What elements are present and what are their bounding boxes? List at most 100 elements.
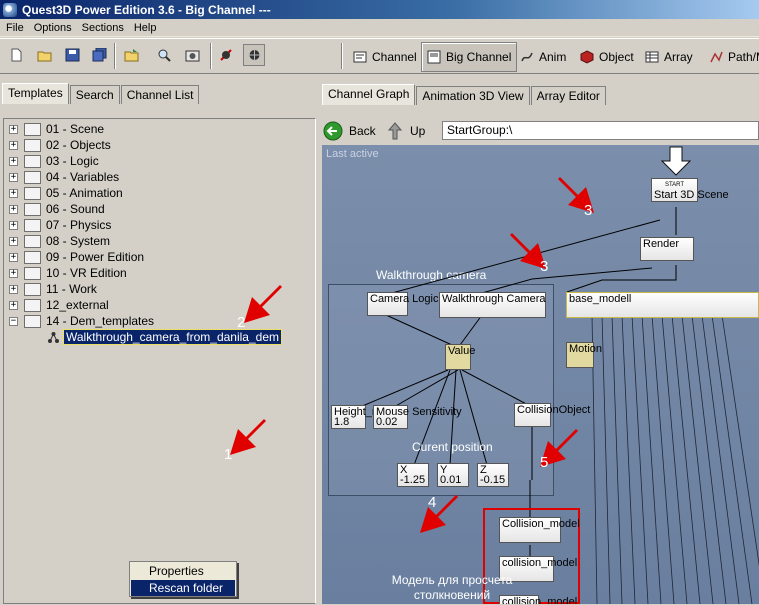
path-icon <box>710 51 723 63</box>
screenshot-button[interactable] <box>181 44 203 66</box>
expand-icon[interactable]: + <box>9 221 18 230</box>
collision-caption: Модель для просчета столкновений <box>352 573 552 603</box>
tab-search[interactable]: Search <box>69 85 120 104</box>
node-camera-logic[interactable]: Camera Logic <box>367 292 438 316</box>
cut-node-icon <box>219 49 232 61</box>
new-file-button[interactable] <box>5 44 27 66</box>
expand-icon[interactable]: + <box>9 205 18 214</box>
new-file-icon <box>11 48 21 62</box>
tree-item[interactable]: +07 - Physics <box>4 217 304 233</box>
expand-icon[interactable]: + <box>9 173 18 182</box>
expand-icon[interactable]: + <box>9 301 18 310</box>
tree-item[interactable]: +11 - Work <box>4 281 304 297</box>
tree-item[interactable]: +06 - Sound <box>4 201 304 217</box>
tab-templates[interactable]: Templates <box>2 83 69 104</box>
tree-item[interactable]: +04 - Variables <box>4 169 304 185</box>
menu-help[interactable]: Help <box>130 22 161 34</box>
node-walkthrough-camera[interactable]: Walkthrough Camera <box>439 292 546 318</box>
collapse-icon[interactable]: − <box>9 317 18 326</box>
node-z[interactable]: Z -0.15 <box>477 463 509 487</box>
menu-options[interactable]: Options <box>30 22 76 34</box>
context-menu-properties[interactable]: Properties <box>131 563 235 579</box>
tab-animation-3d-view[interactable]: Animation 3D View <box>416 86 530 105</box>
screenshot-icon <box>185 50 199 62</box>
expand-icon[interactable]: + <box>9 189 18 198</box>
collision-caption-line-1: Модель для просчета <box>391 573 513 587</box>
expand-icon[interactable]: + <box>9 237 18 246</box>
open-button[interactable] <box>33 44 55 66</box>
left-tab-bar: Templates Search Channel List <box>2 83 200 105</box>
node-motion[interactable]: Motion <box>566 342 602 368</box>
node-base-modell[interactable]: base_modell <box>566 292 759 318</box>
node-y[interactable]: Y 0.01 <box>437 463 469 487</box>
view-array-label: Array <box>664 50 693 64</box>
channel-graph-canvas[interactable]: Last active Walkthrough camera 3 3 4 5 S… <box>322 145 759 604</box>
tree-item[interactable]: +03 - Logic <box>4 153 304 169</box>
pan-button[interactable] <box>243 44 265 66</box>
node-collision-model-1[interactable]: Collision_model <box>499 517 580 543</box>
folder-icon <box>24 171 41 184</box>
menu-sections[interactable]: Sections <box>78 22 128 34</box>
tree-item[interactable]: − 14 - Dem_templates <box>4 313 304 329</box>
tree-item-label: 02 - Objects <box>46 138 111 152</box>
expand-icon[interactable]: + <box>9 269 18 278</box>
expand-icon[interactable]: + <box>9 125 18 134</box>
view-channel-label: Channel <box>372 50 417 64</box>
toolbar: Channel Big Channel Anim Object Array Pa… <box>0 38 759 74</box>
cut-node-button[interactable] <box>215 44 237 66</box>
up-button[interactable]: Up <box>386 121 425 141</box>
view-channel-button[interactable]: Channel <box>348 42 422 72</box>
context-menu-rescan-folder[interactable]: Rescan folder <box>131 580 235 596</box>
menu-file[interactable]: File <box>2 22 28 34</box>
view-object-label: Object <box>599 50 634 64</box>
tree-item-selected[interactable]: Walkthrough_camera_from_danila_dem <box>4 329 304 345</box>
node-value[interactable]: Value <box>445 344 475 370</box>
templates-panel: +01 - Scene +02 - Objects +03 - Logic +04 -… <box>3 118 316 604</box>
view-big-channel-button[interactable]: Big Channel <box>421 42 518 72</box>
annotation-label-1: 1 <box>224 446 232 463</box>
tree-item-label: 10 - VR Edition <box>46 266 127 280</box>
folder-icon <box>24 123 41 136</box>
open-project-button[interactable] <box>120 44 142 66</box>
view-path-button[interactable]: Path/M <box>704 42 759 72</box>
tab-channel-graph[interactable]: Channel Graph <box>322 84 416 105</box>
tree-item-label: 04 - Variables <box>46 170 120 184</box>
save-all-icon <box>92 48 106 62</box>
open-project-icon <box>124 49 138 62</box>
open-folder-icon <box>37 51 51 62</box>
zoom-button[interactable] <box>153 44 175 66</box>
path-field[interactable]: StartGroup:\ <box>442 121 759 140</box>
save-button[interactable] <box>61 44 83 66</box>
tab-channel-list[interactable]: Channel List <box>120 85 200 104</box>
tree-item[interactable]: +01 - Scene <box>4 121 304 137</box>
tree-item[interactable]: +02 - Objects <box>4 137 304 153</box>
node-mouse-sensitivity[interactable]: Mouse Sensitivity 0.02 <box>373 405 462 429</box>
expand-icon[interactable]: + <box>9 141 18 150</box>
tree-item[interactable]: +10 - VR Edition <box>4 265 304 281</box>
expand-icon[interactable]: + <box>9 157 18 166</box>
view-array-button[interactable]: Array <box>640 42 698 72</box>
expand-icon[interactable]: + <box>9 253 18 262</box>
folder-icon <box>24 235 41 248</box>
node-height[interactable]: Height_m 1.8 <box>331 405 381 429</box>
expand-icon[interactable]: + <box>9 285 18 294</box>
view-anim-button[interactable]: Anim <box>515 42 571 72</box>
tab-array-editor[interactable]: Array Editor <box>530 86 606 105</box>
annotation-label-3a: 3 <box>584 202 592 219</box>
view-object-button[interactable]: Object <box>575 42 639 72</box>
node-x[interactable]: X -1.25 <box>397 463 429 487</box>
anim-icon <box>521 52 533 62</box>
tree-item[interactable]: +12_external <box>4 297 304 313</box>
tree-item[interactable]: +05 - Animation <box>4 185 304 201</box>
save-all-button[interactable] <box>88 44 110 66</box>
right-tab-bar: Channel Graph Animation 3D View Array Ed… <box>322 84 607 106</box>
node-start-3d-scene[interactable]: START Start 3D Scene <box>651 178 729 202</box>
annotation-label-4: 4 <box>428 494 436 511</box>
menu-bar: File Options Sections Help <box>0 19 759 37</box>
node-render[interactable]: Render <box>640 237 694 261</box>
tree-item[interactable]: +09 - Power Edition <box>4 249 304 265</box>
toolbar-separator <box>114 43 116 69</box>
node-collision-object[interactable]: CollisionObject <box>514 403 590 427</box>
tree-item[interactable]: +08 - System <box>4 233 304 249</box>
back-button[interactable]: Back <box>323 121 376 141</box>
